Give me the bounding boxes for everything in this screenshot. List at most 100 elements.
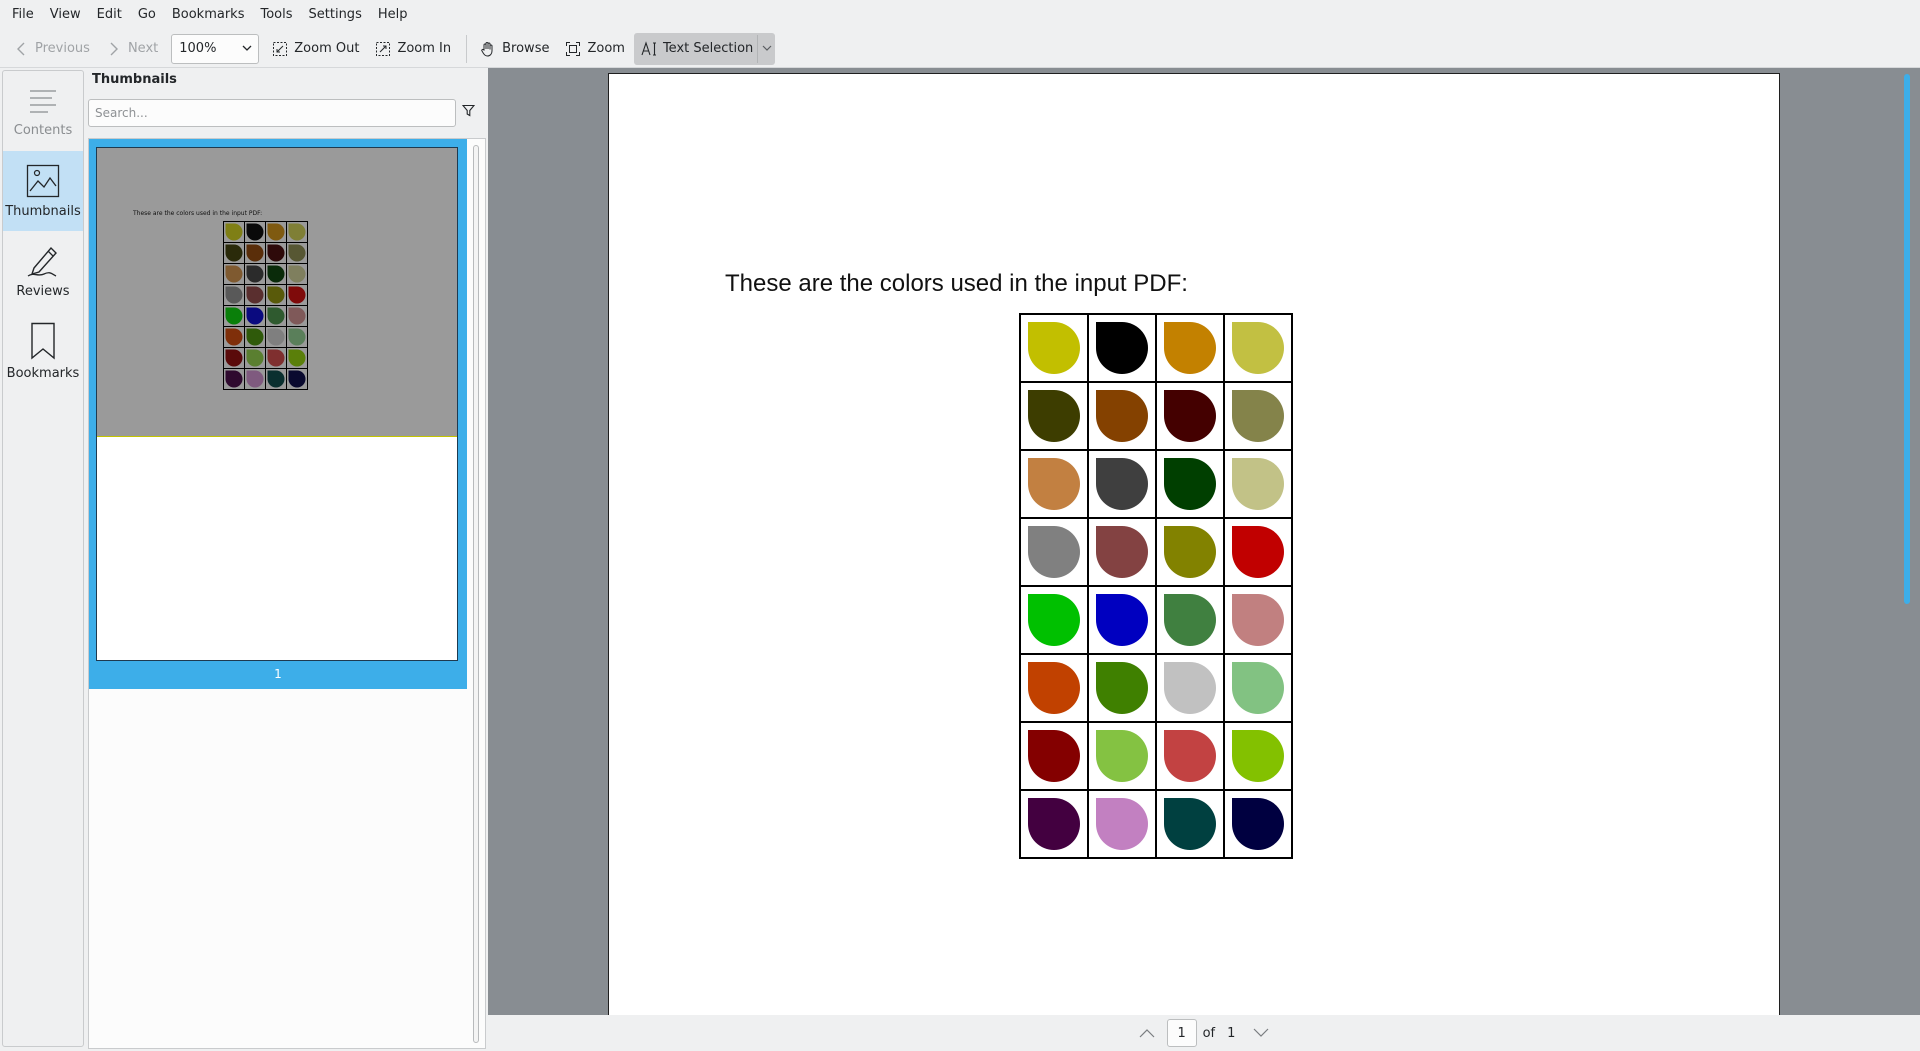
color-swatch <box>1164 798 1216 850</box>
color-swatch <box>1232 594 1284 646</box>
color-swatch <box>1096 798 1148 850</box>
color-swatch <box>1232 798 1284 850</box>
menu-file[interactable]: File <box>4 0 42 30</box>
menu-tools[interactable]: Tools <box>252 0 300 30</box>
text-selection-tool-button[interactable]: Text Selection <box>633 32 776 65</box>
hand-icon <box>480 41 496 57</box>
thumbnail-search-input[interactable] <box>88 99 456 127</box>
thumbnail-caption: These are the colors used in the input P… <box>133 210 263 217</box>
color-swatch <box>1232 322 1284 374</box>
color-swatch <box>225 286 243 304</box>
color-swatch <box>1028 730 1080 782</box>
color-swatch <box>246 265 264 283</box>
color-swatch <box>288 265 306 283</box>
document-page: These are the colors used in the input P… <box>608 73 1780 1015</box>
color-swatch <box>267 244 285 262</box>
color-swatch <box>1028 322 1080 374</box>
main-toolbar: Previous Next 100% Zoom Out Zoom In Brow… <box>0 30 1920 68</box>
sidebar-tab-contents[interactable]: Contents <box>3 71 83 151</box>
current-page-input[interactable] <box>1166 1019 1197 1047</box>
chevron-left-icon <box>13 41 29 57</box>
color-swatch <box>225 307 243 325</box>
color-swatch <box>1164 662 1216 714</box>
thumbnail-page-number: 1 <box>274 667 282 681</box>
browse-label: Browse <box>502 41 550 56</box>
color-swatch <box>1232 730 1284 782</box>
menu-view[interactable]: View <box>42 0 89 30</box>
color-swatch <box>225 223 243 241</box>
sidebar-tab-reviews[interactable]: Reviews <box>3 231 83 311</box>
page-thumbnail: These are the colors used in the input P… <box>96 147 458 661</box>
chevron-down-icon[interactable] <box>1247 1019 1275 1047</box>
zoom-in-button[interactable]: Zoom In <box>368 33 458 65</box>
document-caption: These are the colors used in the input P… <box>725 270 1188 297</box>
color-swatch <box>246 244 264 262</box>
thumbnail-page-content: These are the colors used in the input P… <box>97 148 457 437</box>
document-view: These are the colors used in the input P… <box>488 68 1920 1015</box>
color-swatch <box>1028 594 1080 646</box>
color-swatch <box>246 328 264 346</box>
zoom-out-icon <box>272 41 288 57</box>
color-swatch <box>1028 662 1080 714</box>
color-swatch <box>1028 798 1080 850</box>
zoom-tool-label: Zoom <box>587 41 625 56</box>
color-swatch <box>267 349 285 367</box>
chevron-right-icon <box>106 41 122 57</box>
of-label: of <box>1202 1025 1216 1041</box>
menu-bookmarks[interactable]: Bookmarks <box>164 0 253 30</box>
image-icon <box>26 164 60 197</box>
document-scrollbar[interactable] <box>1904 74 1910 604</box>
color-swatch <box>1164 594 1216 646</box>
menu-edit[interactable]: Edit <box>89 0 130 30</box>
color-swatch <box>1096 662 1148 714</box>
thumbnail-list: These are the colors used in the input P… <box>88 138 486 1049</box>
bookmark-icon <box>31 322 55 359</box>
color-swatch <box>1028 390 1080 442</box>
color-swatch <box>267 223 285 241</box>
menu-help[interactable]: Help <box>370 0 416 30</box>
zoom-in-icon <box>375 41 391 57</box>
thumbnails-title: Thumbnails <box>92 72 177 87</box>
color-swatch <box>246 349 264 367</box>
previous-page-button[interactable]: Previous <box>6 33 97 65</box>
menu-go[interactable]: Go <box>130 0 164 30</box>
color-swatch <box>267 370 285 388</box>
total-pages: 1 <box>1227 1025 1236 1041</box>
color-swatch <box>1096 458 1148 510</box>
color-swatch <box>225 370 243 388</box>
color-swatch <box>267 328 285 346</box>
chevron-down-icon[interactable] <box>757 34 775 63</box>
text-selection-label: Text Selection <box>662 41 754 56</box>
color-swatch <box>1096 594 1148 646</box>
color-swatch <box>246 307 264 325</box>
next-page-button[interactable]: Next <box>99 33 165 65</box>
color-swatch <box>1232 458 1284 510</box>
next-label: Next <box>127 41 159 56</box>
sidebar-tab-label: Reviews <box>16 283 70 299</box>
color-swatch <box>225 328 243 346</box>
chevron-up-icon[interactable] <box>1133 1019 1161 1047</box>
color-swatch <box>1232 390 1284 442</box>
thumbnail-scrollbar[interactable] <box>473 145 479 1043</box>
menu-settings[interactable]: Settings <box>301 0 370 30</box>
color-swatch <box>288 223 306 241</box>
color-swatch <box>1232 662 1284 714</box>
color-swatch <box>267 286 285 304</box>
zoom-select[interactable]: 100% <box>171 33 260 64</box>
filter-icon[interactable] <box>461 104 476 121</box>
color-swatch <box>1164 458 1216 510</box>
sidebar-tab-thumbnails[interactable]: Thumbnails <box>3 151 83 231</box>
menu-bar: File View Edit Go Bookmarks Tools Settin… <box>0 0 1920 30</box>
thumbnail-item[interactable]: These are the colors used in the input P… <box>89 139 467 689</box>
text-cursor-icon <box>641 40 657 57</box>
sidebar-tab-label: Bookmarks <box>6 365 80 381</box>
browse-tool-button[interactable]: Browse <box>473 33 556 65</box>
zoom-tool-button[interactable]: Zoom <box>558 33 631 65</box>
color-swatch <box>246 286 264 304</box>
color-swatch <box>1164 322 1216 374</box>
previous-label: Previous <box>35 41 90 56</box>
thumbnail-swatch-grid <box>223 221 308 394</box>
zoom-out-label: Zoom Out <box>294 41 360 56</box>
zoom-out-button[interactable]: Zoom Out <box>265 33 366 65</box>
sidebar-tab-bookmarks[interactable]: Bookmarks <box>3 311 83 391</box>
